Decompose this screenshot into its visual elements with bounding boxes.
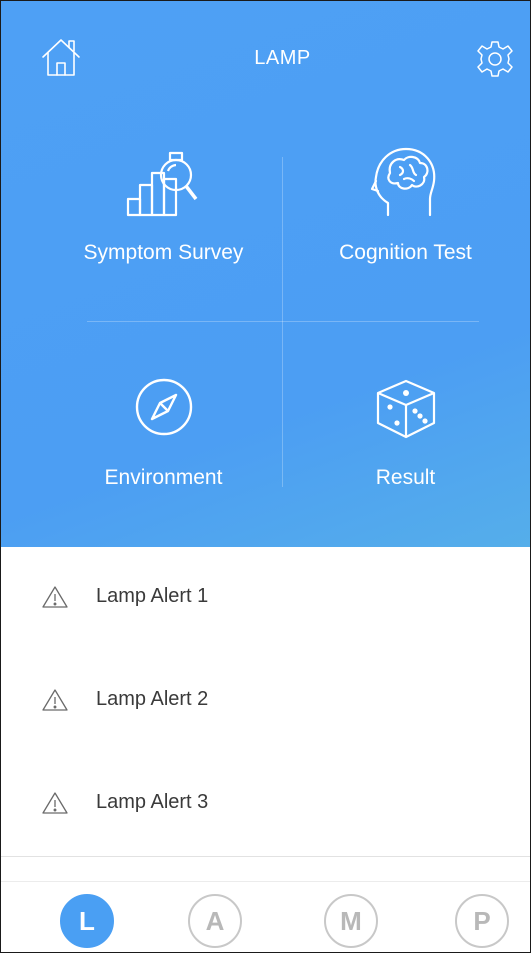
nav-tab-p[interactable]: P <box>455 894 509 948</box>
tile-label: Environment <box>104 466 223 489</box>
app-screen: LAMP Symptom Survey Cognition Test Envir… <box>0 0 531 953</box>
result-tile[interactable]: Result <box>278 371 530 531</box>
gear-icon <box>477 41 513 77</box>
list-item-lamp-alert-3[interactable]: Lamp Alert 3 <box>1 753 530 857</box>
symptom-survey-tile[interactable]: Symptom Survey <box>36 141 291 311</box>
warning-icon <box>42 689 68 711</box>
bottom-nav: L A M P <box>1 881 530 952</box>
page-title: LAMP <box>254 47 311 69</box>
compass-icon <box>135 378 192 436</box>
list-item-lamp-alert-1[interactable]: Lamp Alert 1 <box>1 547 530 651</box>
nav-tab-m[interactable]: M <box>324 894 378 948</box>
list-item-lamp-alert-2[interactable]: Lamp Alert 2 <box>1 650 530 754</box>
nav-tab-a[interactable]: A <box>188 894 242 948</box>
dice-icon <box>376 379 435 439</box>
top-bar: LAMP <box>1 1 530 111</box>
tile-label: Result <box>375 466 436 489</box>
brain-head-icon <box>370 147 435 217</box>
bar-chart-search-icon <box>126 151 197 217</box>
dashboard-panel: LAMP Symptom Survey Cognition Test Envir… <box>1 1 530 547</box>
settings-button[interactable] <box>475 39 515 79</box>
alert-label: Lamp Alert 1 <box>96 585 209 607</box>
alert-label: Lamp Alert 2 <box>96 688 209 710</box>
warning-icon <box>42 586 68 608</box>
tile-label: Symptom Survey <box>83 241 244 264</box>
warning-icon <box>42 792 68 814</box>
nav-tab-l[interactable]: L <box>60 894 114 948</box>
alert-label: Lamp Alert 3 <box>96 791 209 813</box>
tile-divider-horizontal <box>87 321 479 322</box>
tile-label: Cognition Test <box>339 241 472 264</box>
cognition-test-tile[interactable]: Cognition Test <box>278 141 530 311</box>
environment-tile[interactable]: Environment <box>36 371 291 531</box>
